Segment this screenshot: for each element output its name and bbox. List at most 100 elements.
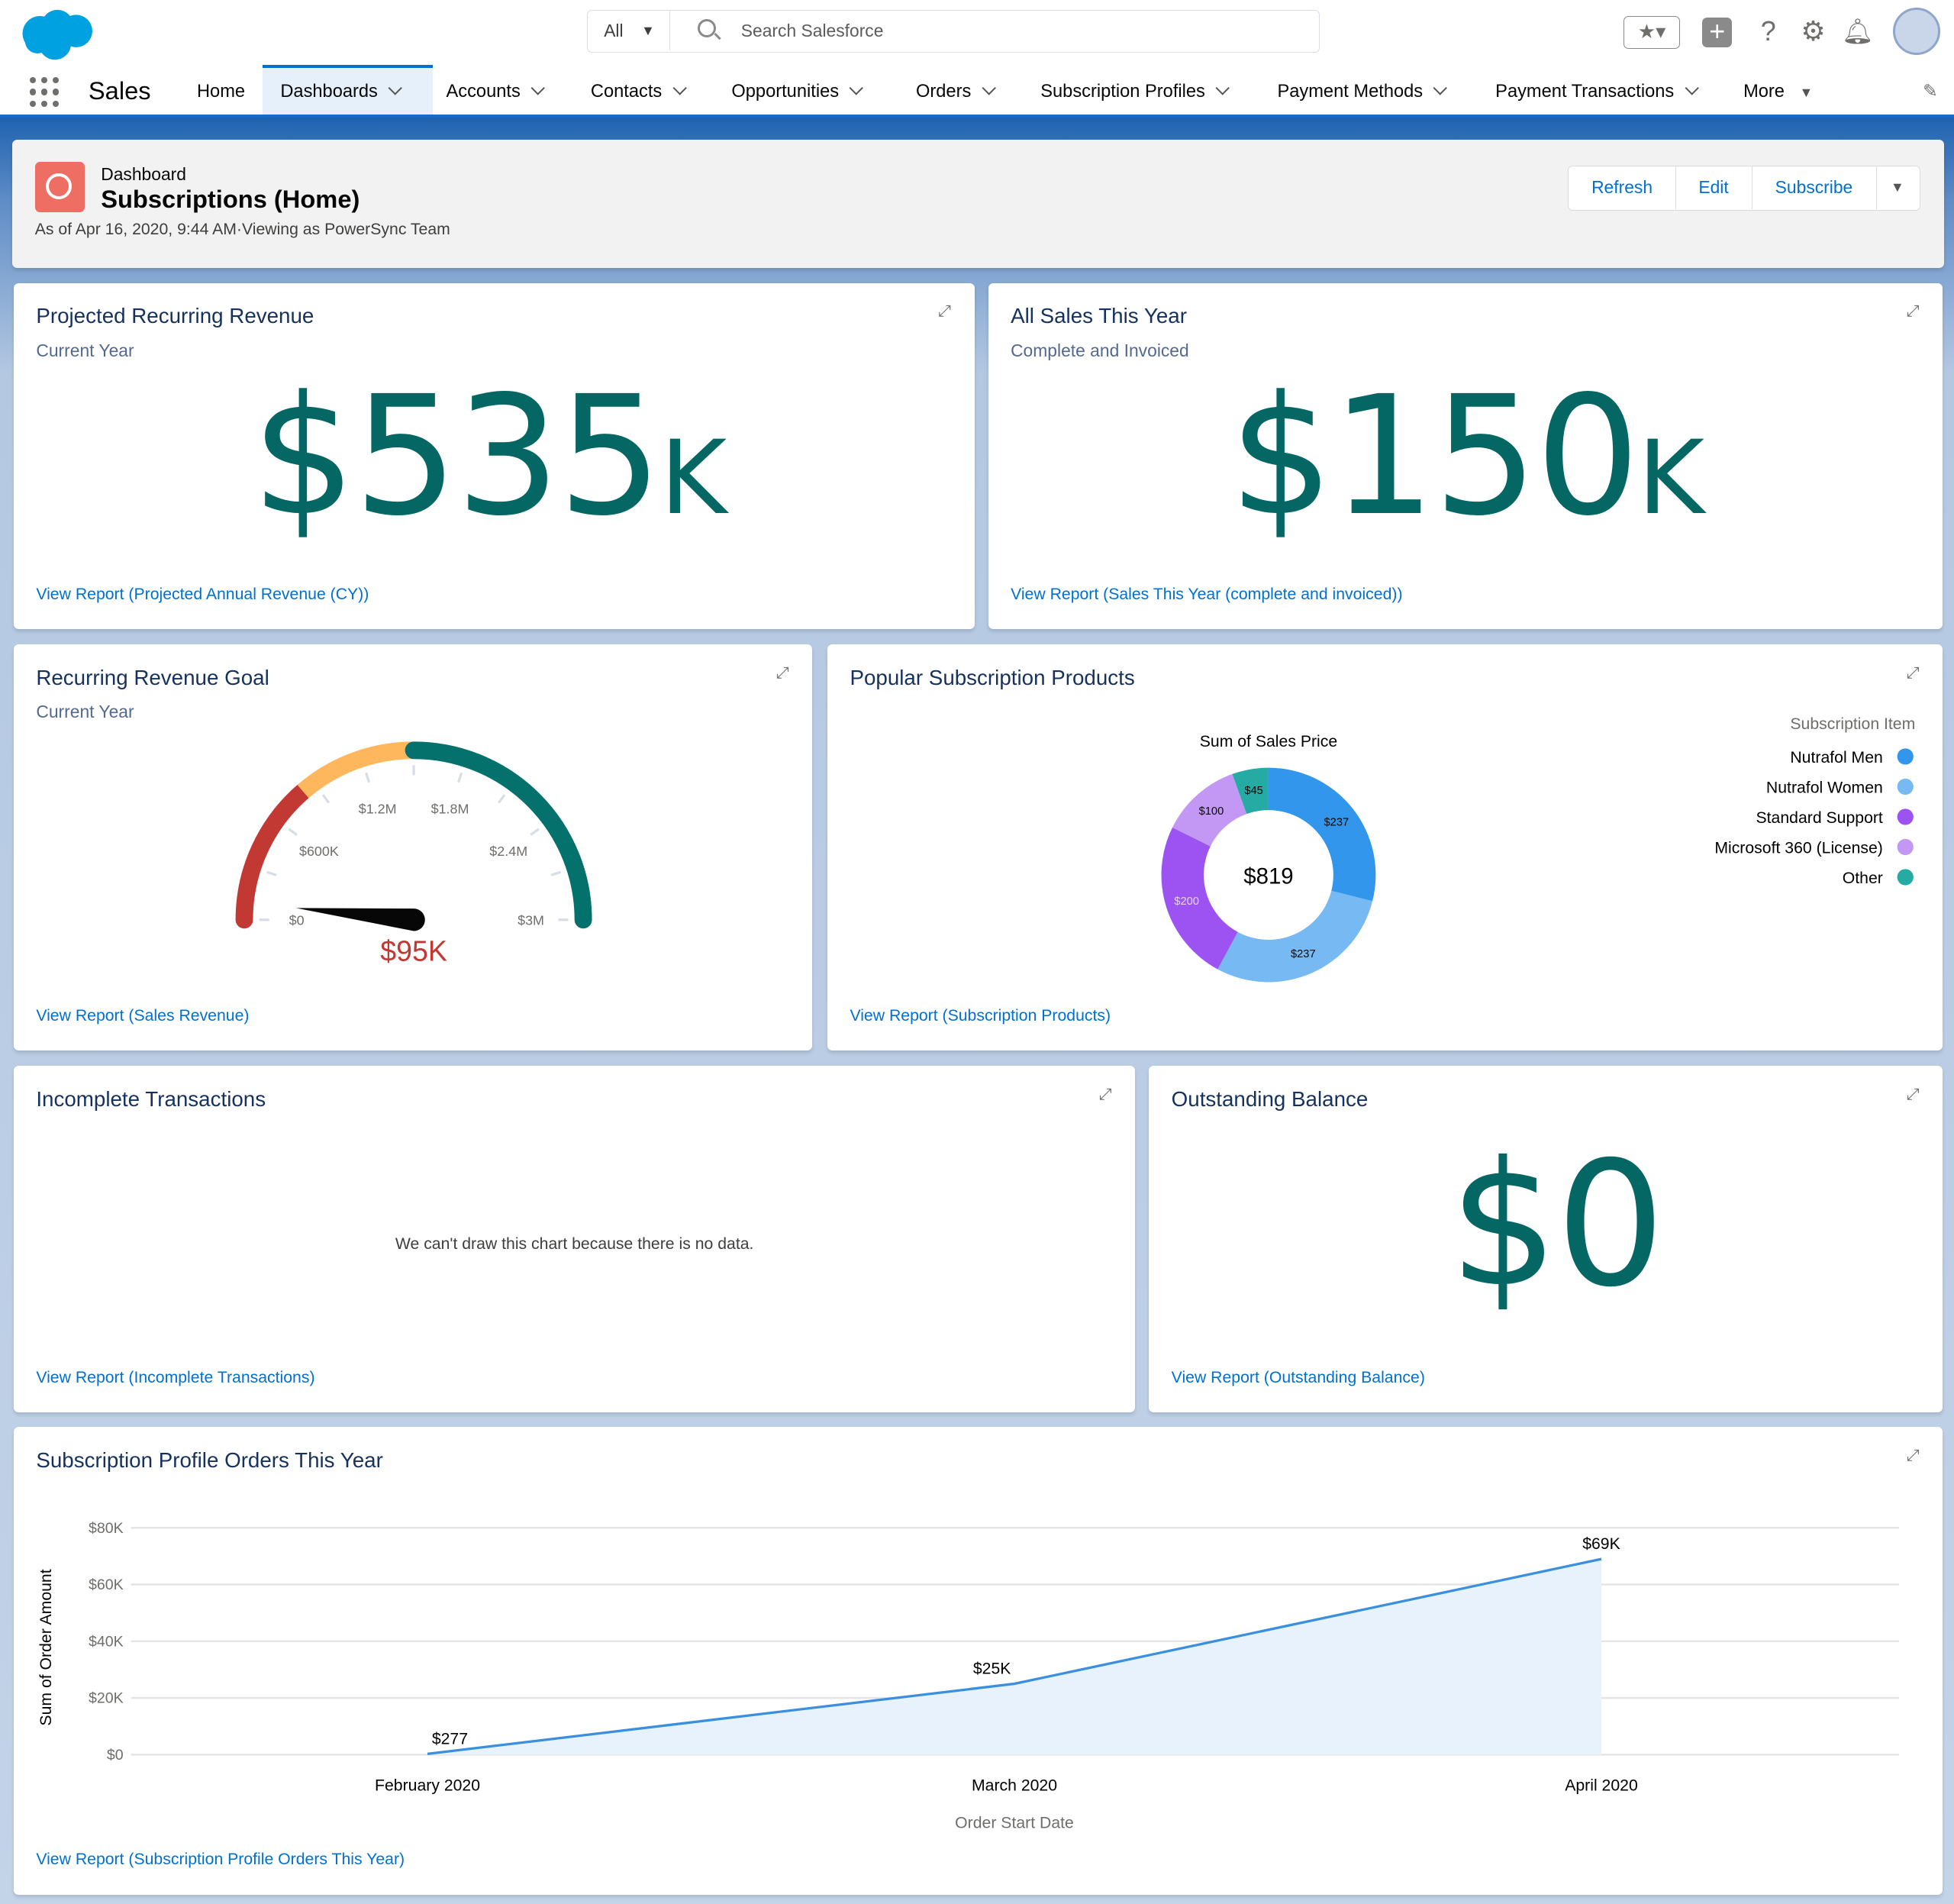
dashboard-meta: As of Apr 16, 2020, 9:44 AM·Viewing as P…	[34, 220, 450, 238]
chevron-down-icon[interactable]	[388, 80, 403, 95]
widget-incomplete-transactions: Incomplete Transactions ⤢ We can't draw …	[13, 1065, 1136, 1412]
help-icon[interactable]: ?	[1755, 15, 1782, 47]
refresh-button[interactable]: Refresh	[1569, 166, 1677, 209]
gauge-tick-label: $1.2M	[359, 801, 397, 816]
chevron-down-icon[interactable]	[1433, 80, 1448, 95]
subscribe-button[interactable]: Subscribe	[1752, 166, 1878, 209]
legend-title: Subscription Item	[1790, 715, 1915, 733]
app-name: Sales	[88, 76, 151, 105]
view-report-link[interactable]: View Report (Incomplete Transactions)	[36, 1369, 314, 1387]
chevron-down-icon[interactable]	[981, 80, 996, 95]
donut-title: Sum of Sales Price	[1200, 733, 1337, 750]
view-report-link[interactable]: View Report (Sales Revenue)	[36, 1007, 249, 1025]
legend-swatch	[1897, 838, 1914, 856]
gauge-tick-label: $0	[289, 912, 305, 928]
tab-orders[interactable]: Orders	[916, 65, 996, 115]
legend-item: Standard Support	[1756, 809, 1883, 827]
view-report-link[interactable]: View Report (Subscription Profile Orders…	[36, 1851, 405, 1869]
search-icon	[697, 19, 716, 38]
metric-value: $535K	[251, 360, 727, 552]
widget-title: Incomplete Transactions	[36, 1086, 266, 1111]
search-input[interactable]: Search Salesforce	[741, 11, 884, 50]
widget-orders-this-year: Subscription Profile Orders This Year ⤢ …	[13, 1427, 1943, 1895]
gauge-band	[405, 741, 592, 929]
expand-icon[interactable]: ⤢	[1907, 303, 1922, 319]
widget-subtitle: Current Year	[36, 340, 134, 360]
bell-icon[interactable]: 🔔︎	[1842, 15, 1873, 47]
salesforce-app: All ▼ Search Salesforce ★▾ + ? ⚙ 🔔︎ Sales…	[0, 0, 1954, 1904]
x-tick-label: April 2020	[1565, 1777, 1638, 1795]
view-report-link[interactable]: View Report (Outstanding Balance)	[1172, 1369, 1425, 1387]
tab-home[interactable]: Home	[197, 65, 245, 115]
legend-swatch	[1897, 778, 1914, 795]
gauge-tick	[530, 828, 540, 836]
salesforce-logo[interactable]	[18, 6, 97, 61]
chevron-down-icon[interactable]	[1684, 80, 1699, 95]
search-scope-select[interactable]: All ▼	[588, 11, 670, 51]
legend-swatch	[1897, 808, 1914, 825]
y-tick-label: $80K	[89, 1520, 124, 1537]
caret-down-icon: ▼	[641, 23, 655, 39]
add-icon[interactable]: +	[1702, 17, 1733, 48]
widget-outstanding-balance: Outstanding Balance ⤢ $0 View Report (Ou…	[1149, 1065, 1943, 1412]
object-type-label: Dashboard	[101, 164, 186, 185]
chevron-down-icon[interactable]	[849, 80, 864, 95]
slice-label: $237	[1324, 817, 1349, 829]
view-report-link[interactable]: View Report (Projected Annual Revenue (C…	[36, 586, 369, 604]
gauge-tick	[266, 870, 277, 876]
slice-label: $200	[1174, 896, 1199, 908]
tab-dashboards[interactable]: Dashboards	[263, 64, 433, 115]
edit-nav-pencil-icon[interactable]: ✎	[1923, 65, 1938, 115]
view-report-link[interactable]: View Report (Sales This Year (complete a…	[1011, 586, 1402, 604]
view-report-link[interactable]: View Report (Subscription Products)	[850, 1007, 1111, 1025]
gauge-tick-label: $1.8M	[431, 801, 469, 816]
avatar[interactable]	[1892, 7, 1941, 55]
no-data-message: We can't draw this chart because there i…	[395, 1234, 754, 1253]
widget-title: Outstanding Balance	[1171, 1086, 1369, 1111]
legend-swatch	[1897, 869, 1914, 886]
tab-payment-methods[interactable]: Payment Methods	[1277, 65, 1448, 115]
global-search[interactable]: All ▼ Search Salesforce	[586, 10, 1320, 53]
gauge-band	[297, 741, 414, 799]
gauge-tick	[321, 794, 331, 804]
donut-slice	[1161, 827, 1238, 970]
x-axis-label: Order Start Date	[955, 1815, 1074, 1832]
chevron-down-icon[interactable]	[672, 80, 687, 95]
donut-chart: Sum of Sales Price $237 $237 $200 $100 $45 $81…	[1161, 715, 1915, 983]
more-actions-dropdown[interactable]: ▼	[1876, 166, 1919, 209]
tab-payment-transactions[interactable]: Payment Transactions	[1495, 65, 1699, 115]
donut-slice	[1217, 890, 1373, 983]
chevron-down-icon[interactable]	[1215, 80, 1230, 95]
tab-contacts[interactable]: Contacts	[591, 65, 687, 115]
edit-button[interactable]: Edit	[1675, 166, 1752, 209]
gauge-value-label: $95K	[380, 935, 447, 967]
y-tick-label: $40K	[89, 1634, 124, 1651]
expand-icon[interactable]: ⤢	[1099, 1086, 1114, 1102]
gauge-tick	[364, 772, 371, 783]
gauge-tick	[498, 794, 506, 804]
legend-swatch	[1897, 748, 1914, 765]
tab-opportunities[interactable]: Opportunities	[731, 65, 864, 115]
gauge-needle	[295, 908, 425, 931]
dashboard-header: Dashboard Subscriptions (Home) As of Apr…	[12, 139, 1944, 268]
metric-value: $0	[1449, 1125, 1665, 1326]
tab-subscription-profiles[interactable]: Subscription Profiles	[1040, 65, 1230, 115]
x-tick-label: March 2020	[972, 1777, 1057, 1795]
gear-icon[interactable]: ⚙	[1798, 15, 1828, 47]
legend-item: Nutrafol Women	[1766, 779, 1883, 797]
widget-title: Projected Recurring Revenue	[36, 304, 314, 328]
favorites-star-icon[interactable]: ★▾	[1623, 16, 1680, 49]
expand-icon[interactable]: ⤢	[938, 303, 953, 319]
widget-subtitle: Complete and Invoiced	[1011, 340, 1189, 360]
tab-more[interactable]: More ▼	[1743, 65, 1813, 115]
dashboard-icon	[34, 162, 85, 212]
slice-label: $45	[1244, 785, 1263, 797]
app-launcher-icon[interactable]	[30, 77, 60, 107]
tab-accounts[interactable]: Accounts	[446, 65, 546, 115]
chevron-down-icon[interactable]	[530, 80, 546, 95]
y-tick-label: $20K	[89, 1690, 124, 1707]
expand-icon[interactable]: ⤢	[1907, 1086, 1922, 1102]
legend-item: Microsoft 360 (License)	[1714, 840, 1883, 857]
widget-all-sales: All Sales This Year Complete and Invoice…	[988, 282, 1943, 630]
widget-popular-products: Popular Subscription Products ⤢ Sum of S…	[827, 644, 1943, 1051]
